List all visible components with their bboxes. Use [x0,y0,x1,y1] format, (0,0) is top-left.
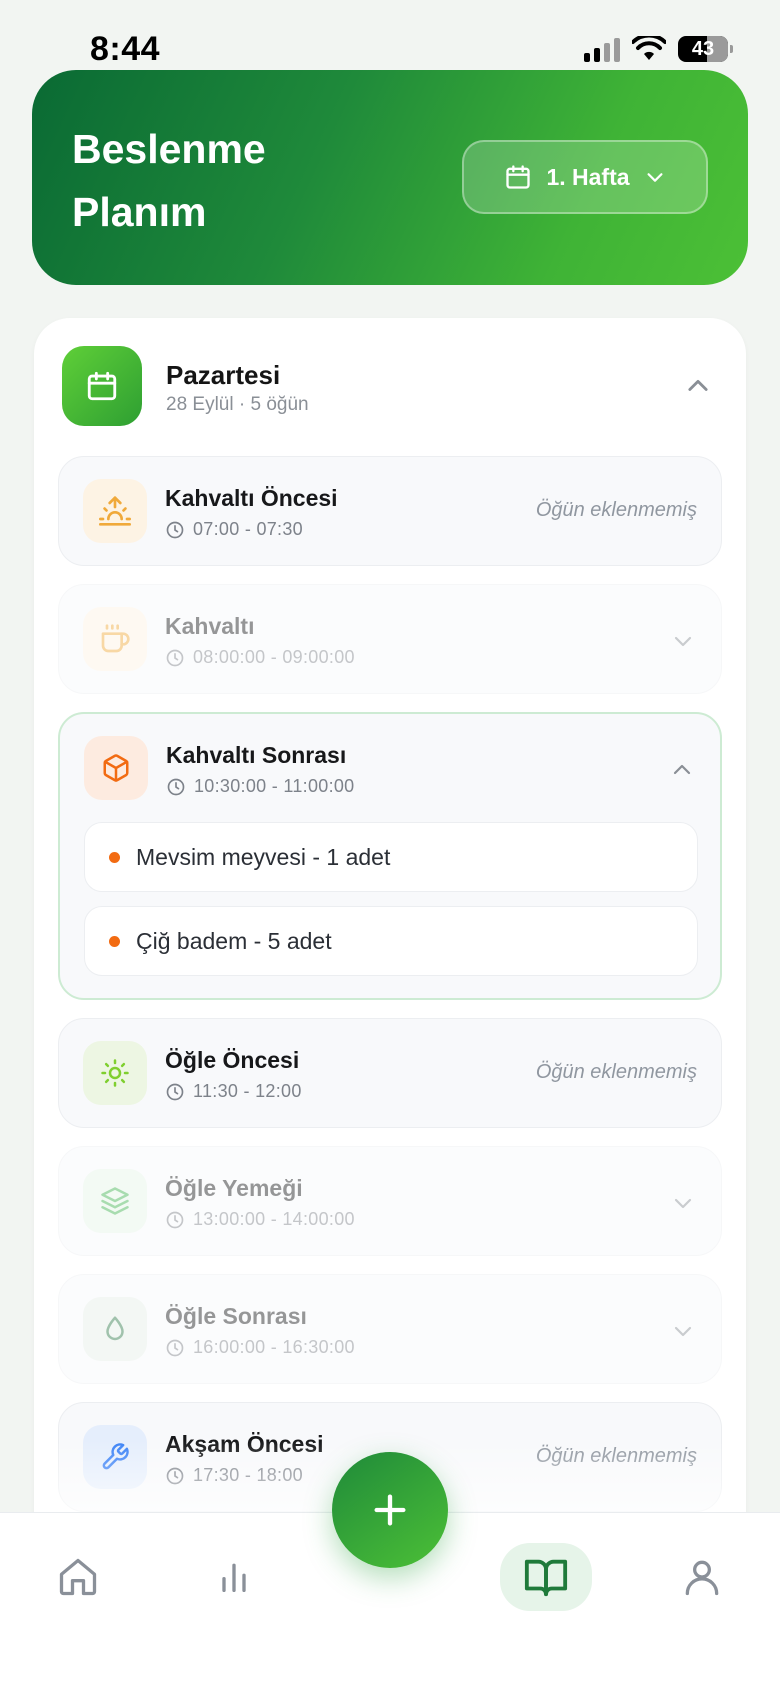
wrench-icon [83,1425,147,1489]
chevron-down-icon[interactable] [671,629,695,653]
clock-icon [167,778,185,795]
clock-icon [166,1083,184,1100]
meal-time-text: 11:30 - 12:00 [193,1081,302,1101]
battery-icon: 43 [678,36,733,62]
signal-icon [584,36,620,62]
meal-card-ogle-yemegi[interactable]: Öğle Yemeği 13:00:00 - 14:00:00 [58,1146,722,1256]
meal-status: Öğün eklenmemiş [535,1061,697,1083]
meal-card-kahvalti-oncesi[interactable]: Kahvaltı Öncesi 07:00 - 07:30 Öğün eklen… [58,456,722,566]
meal-title: Akşam Öncesi [165,1431,324,1457]
meal-time-text: 17:30 - 18:00 [193,1465,303,1485]
meal-time-text: 16:00:00 - 16:30:00 [193,1337,355,1357]
meal-time: 11:30 - 12:00 [165,1081,302,1102]
meal-status: Öğün eklenmemiş [535,499,697,521]
chevron-down-icon [647,173,663,182]
chevron-down-icon[interactable] [671,1319,695,1343]
calendar-icon [62,346,142,426]
meal-time-text: 10:30:00 - 11:00:00 [194,776,355,796]
sun-icon [83,1041,147,1105]
nav-stats[interactable] [188,1543,280,1611]
nav-plan[interactable] [500,1543,592,1611]
clock-icon [166,649,184,666]
meal-card-kahvalti[interactable]: Kahvaltı 08:00:00 - 09:00:00 [58,584,722,694]
meal-time: 08:00:00 - 09:00:00 [165,647,355,668]
wifi-icon [632,36,666,60]
nav-home[interactable] [32,1543,124,1611]
meal-time-text: 07:00 - 07:30 [193,519,303,539]
meal-time: 17:30 - 18:00 [165,1465,303,1486]
add-button[interactable] [332,1452,448,1568]
bullet-dot [109,851,120,863]
meal-card-ogle-sonrasi[interactable]: Öğle Sonrası 16:00:00 - 16:30:00 [58,1274,722,1384]
food-item[interactable]: Mevsim meyvesi - 1 adet [84,822,698,892]
meal-title: Öğle Sonrası [165,1303,307,1329]
meal-title: Öğle Yemeği [165,1175,303,1201]
meal-title: Kahvaltı Sonrası [166,742,347,768]
calendar-icon [506,165,531,189]
nav-profile[interactable] [656,1543,748,1611]
profile-icon [685,1560,719,1596]
droplet-icon [83,1297,147,1361]
food-item[interactable]: Çiğ badem - 5 adet [84,906,698,976]
clock-icon [166,1467,184,1484]
day-header[interactable]: Pazartesi 28 Eylül · 5 öğün [62,346,718,426]
page-title: Beslenme Planım [72,126,266,235]
meal-title: Öğle Öncesi [165,1047,300,1073]
meal-time: 07:00 - 07:30 [165,519,303,540]
plus-icon [374,1494,406,1526]
day-name: Pazartesi [166,360,281,390]
box-icon [84,736,148,800]
stats-icon [222,1563,246,1592]
meal-title: Kahvaltı [165,613,255,639]
meal-card-ogle-oncesi[interactable]: Öğle Öncesi 11:30 - 12:00 Öğün eklenmemi… [58,1018,722,1128]
day-subtitle: 28 Eylül · 5 öğün [166,394,309,415]
meal-title: Kahvaltı Öncesi [165,485,338,511]
meal-time: 10:30:00 - 11:00:00 [166,776,355,797]
meal-time-text: 13:00:00 - 14:00:00 [193,1209,355,1229]
meal-card-kahvalti-sonrasi[interactable]: Kahvaltı Sonrası 10:30:00 - 11:00:00 Mev… [58,712,722,1000]
status-icons: 43 [584,36,733,62]
food-item-label: Mevsim meyvesi - 1 adet [136,843,391,870]
header-banner: Beslenme Planım 1. Hafta [32,70,748,285]
meal-time-text: 08:00:00 - 09:00:00 [193,647,355,667]
chevron-down-icon[interactable] [671,1191,695,1215]
status-time: 8:44 [90,30,161,68]
chevron-up-icon[interactable] [670,758,694,782]
meal-status: Öğün eklenmemiş [535,1445,697,1467]
meal-time: 13:00:00 - 14:00:00 [165,1209,355,1230]
coffee-icon [83,607,147,671]
clock-icon [166,1339,184,1356]
week-label: 1. Hafta [546,163,630,190]
book-icon [524,1559,568,1597]
status-bar: 8:44 43 [0,0,780,70]
home-icon [59,1558,97,1596]
layers-icon [83,1169,147,1233]
bullet-dot [109,935,120,947]
chevron-up-icon[interactable] [684,372,712,400]
meal-time: 16:00:00 - 16:30:00 [165,1337,355,1358]
day-card: Pazartesi 28 Eylül · 5 öğün Kahvaltı Önc… [34,318,746,1618]
sunrise-icon [83,479,147,543]
clock-icon [166,521,184,538]
week-selector[interactable]: 1. Hafta [462,140,708,214]
clock-icon [166,1211,184,1228]
food-item-label: Çiğ badem - 5 adet [136,927,332,954]
battery-level: 43 [691,37,715,60]
